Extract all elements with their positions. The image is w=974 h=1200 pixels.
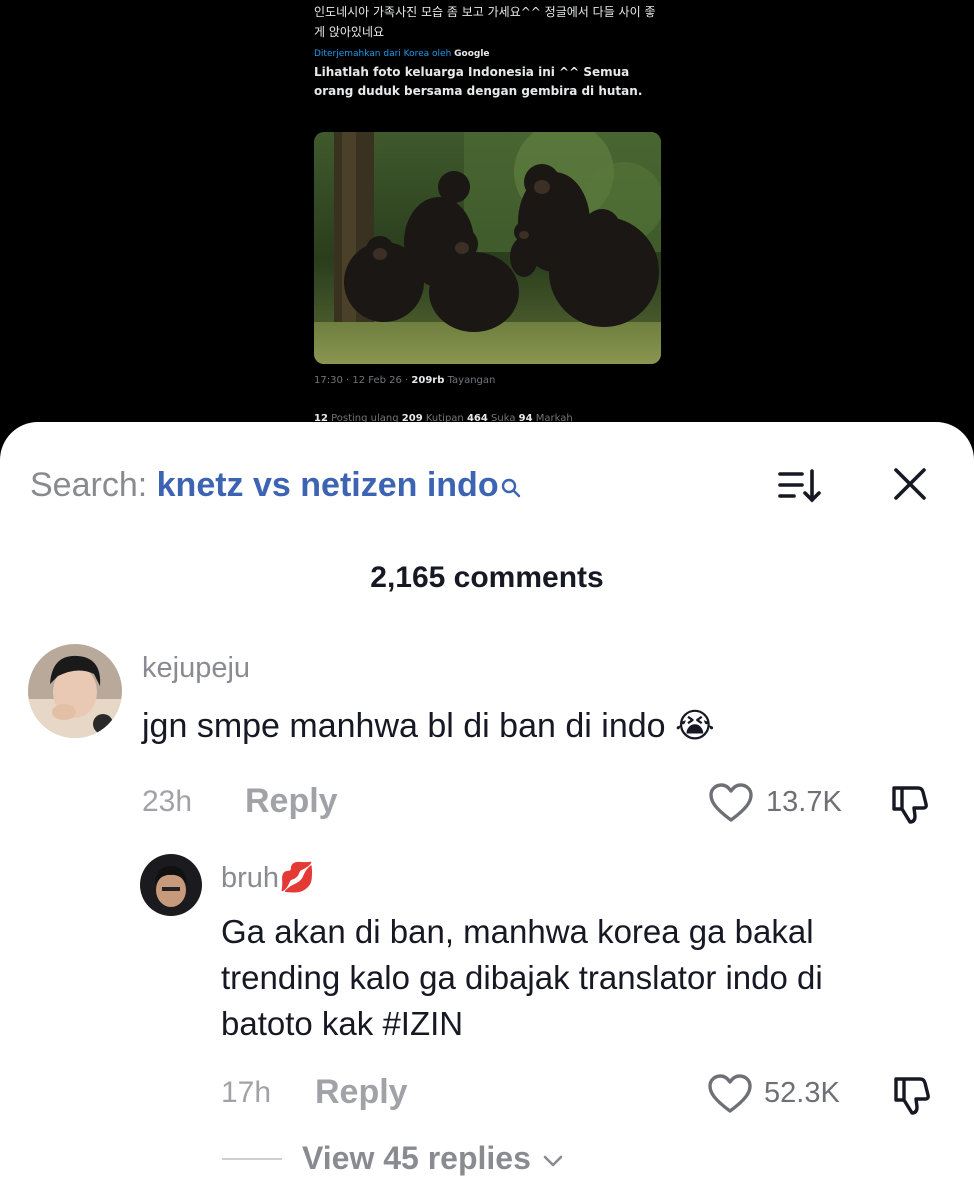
reply-username[interactable]: bruh💋	[221, 861, 315, 895]
reply-text: Ga akan di ban, manhwa korea ga bakal tr…	[221, 909, 823, 1047]
user-avatar-image	[140, 854, 202, 916]
dislike-button[interactable]	[890, 1073, 934, 1117]
translation-label: Diterjemahkan dari Korea oleh	[314, 49, 452, 59]
tweet-korean-text: 인도네시아 가족사진 모습 좀 보고 가세요^^ 정글에서 다들 사이 좋게 앉…	[314, 5, 656, 39]
tweet-photo[interactable]	[314, 132, 661, 364]
search-query[interactable]: knetz vs netizen indo	[157, 466, 499, 504]
avatar[interactable]	[140, 854, 202, 916]
heart-icon	[708, 1074, 752, 1113]
dislike-button[interactable]	[888, 782, 932, 826]
reply-time: 17h	[221, 1076, 272, 1109]
like-button[interactable]	[708, 782, 754, 824]
tweet-content: 인도네시아 가족사진 모습 좀 보고 가세요^^ 정글에서 다들 사이 좋게 앉…	[314, 0, 664, 424]
tweet-translated-text: Lihatlah foto keluarga Indonesia ini ^^ …	[314, 65, 643, 98]
reply-button[interactable]: Reply	[315, 1073, 408, 1112]
chevron-down-icon	[543, 1155, 563, 1166]
thumbs-down-icon	[892, 786, 928, 824]
close-icon	[894, 468, 926, 500]
chimpanzee-photo-image	[314, 132, 661, 364]
thumbs-down-icon	[894, 1077, 930, 1115]
reply-text-line: trending kalo ga dibajak translator indo…	[221, 959, 823, 996]
view-replies-button[interactable]: View 45 replies	[302, 1140, 564, 1177]
reply-text-line: Ga akan di ban, manhwa korea ga bakal	[221, 913, 814, 950]
comment-username[interactable]: kejupeju	[142, 652, 250, 685]
user-avatar-image	[28, 644, 122, 738]
like-count: 13.7K	[766, 786, 842, 818]
like-count: 52.3K	[764, 1077, 840, 1109]
translation-provider: Google	[454, 49, 490, 59]
view-replies-label: View 45 replies	[302, 1140, 531, 1176]
tweet-views-label: Tayangan	[447, 375, 496, 386]
tweet-time: 17:30 · 12 Feb 26 ·	[314, 375, 409, 386]
tweet-screenshot: 인도네시아 가족사진 모습 좀 보고 가세요^^ 정글에서 다들 사이 좋게 앉…	[0, 0, 974, 440]
search-bar[interactable]: Search: knetz vs netizen indo	[30, 466, 521, 507]
reply-button[interactable]: Reply	[245, 782, 338, 821]
tweet-meta: 17:30 · 12 Feb 26 · 209rb Tayangan	[314, 375, 495, 386]
search-icon[interactable]	[501, 468, 521, 507]
search-label: Search:	[30, 466, 148, 504]
comment-time: 23h	[142, 785, 193, 818]
tweet-views-count: 209rb	[411, 375, 445, 386]
comment-text: jgn smpe manhwa bl di ban di indo 😭	[142, 707, 715, 745]
sort-icon	[778, 469, 821, 503]
translation-note[interactable]: Diterjemahkan dari Korea oleh Google	[314, 49, 664, 59]
heart-icon	[709, 783, 753, 822]
sort-button[interactable]	[776, 466, 824, 506]
reply-text-line: batoto kak #IZIN	[221, 1005, 464, 1042]
comments-sheet: Search: knetz vs netizen indo 2,165 comm…	[0, 422, 974, 1200]
avatar[interactable]	[28, 644, 122, 738]
comments-count: 2,165 comments	[370, 561, 604, 594]
like-button[interactable]	[707, 1073, 753, 1115]
replies-divider	[222, 1158, 282, 1160]
close-button[interactable]	[888, 462, 932, 506]
